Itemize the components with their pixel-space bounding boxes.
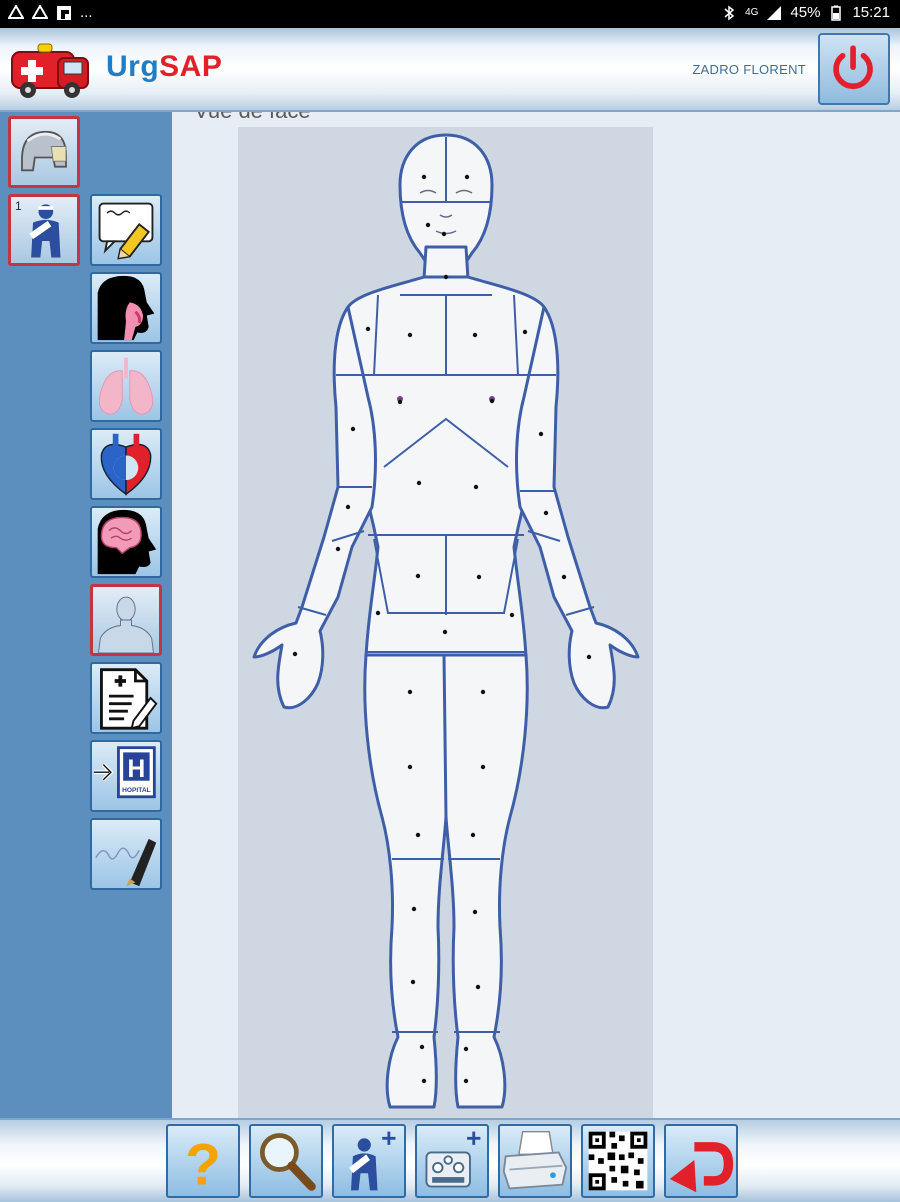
add-victim-icon [349,1131,396,1191]
magnifier-icon [259,1133,316,1191]
print-button[interactable] [498,1124,572,1198]
main-content: Vue de face [172,112,900,1118]
battery-percent: 45% [790,4,821,21]
sidebar-item-victim[interactable]: 1 [8,194,80,266]
add-equipment-icon [425,1131,481,1188]
sidebar: 1 H HOPITAL [0,112,172,1118]
add-victim-button[interactable] [332,1124,406,1198]
notes-icon [98,202,154,260]
firefighter-helmet-icon [21,130,67,172]
help-button[interactable]: ? [166,1124,240,1198]
app-header: UrgSAP ZADRO FLORENT [0,28,900,112]
sidebar-item-medical-form[interactable] [90,662,162,734]
help-label: ? [185,1133,221,1196]
victim-icon [29,204,61,258]
printer-icon [502,1130,568,1190]
back-arrow-icon [669,1142,734,1193]
signal-icon [767,5,782,20]
battery-icon [831,5,842,21]
sidebar-item-hospital[interactable]: H HOPITAL [90,740,162,812]
qr-code-icon [588,1131,648,1191]
qr-code-button[interactable] [581,1124,655,1198]
body-map[interactable] [238,127,653,1118]
hospital-letter: H [128,756,146,783]
bluetooth-icon [724,5,735,20]
neck-region [422,245,470,281]
heart-icon [100,433,152,496]
logout-button[interactable] [818,33,890,105]
body-icon [98,596,154,653]
body-diagram[interactable] [238,127,653,1118]
back-button[interactable] [664,1124,738,1198]
sidebar-item-lungs[interactable] [90,350,162,422]
help-icon: ? [185,1133,221,1196]
add-equipment-button[interactable] [415,1124,489,1198]
sidebar-item-notes[interactable] [90,194,162,266]
sidebar-item-signature[interactable] [90,818,162,890]
user-name: ZADRO FLORENT [692,62,806,77]
bottom-toolbar: ? [0,1118,900,1202]
medical-form-icon [100,668,158,730]
signature-icon [95,838,157,887]
right-arm-region [515,305,640,710]
lungs-icon [98,357,154,415]
network-type: 4G [745,7,759,18]
power-icon [833,45,873,89]
search-button[interactable] [249,1124,323,1198]
brand-sap: SAP [159,50,223,83]
brand-urg: Urg [106,50,160,83]
sidebar-item-circulation[interactable] [90,428,162,500]
app-brand: UrgSAP [106,50,222,84]
left-leg-region [363,653,450,1109]
clock: 15:21 [852,4,890,21]
sidebar-item-neuro[interactable] [90,506,162,578]
hospital-transfer-icon: H HOPITAL [93,746,156,799]
airway-icon [97,275,155,341]
notification-overflow: ... [80,4,93,21]
flipboard-icon [57,5,71,20]
sidebar-item-airway[interactable] [90,272,162,344]
right-leg-region [442,653,529,1109]
drive-icon [8,4,24,19]
status-bar: ... 4G 45% 15:21 [0,0,900,28]
sidebar-item-body-lesions[interactable] [90,584,162,656]
left-arm-region [252,305,377,710]
brain-icon [97,509,157,575]
ambulance-logo-icon [11,43,89,98]
sidebar-item-intervention[interactable] [8,116,80,188]
hospital-label: HOPITAL [122,787,151,794]
view-title: Vue de face [194,112,311,124]
drive-icon [32,4,48,19]
